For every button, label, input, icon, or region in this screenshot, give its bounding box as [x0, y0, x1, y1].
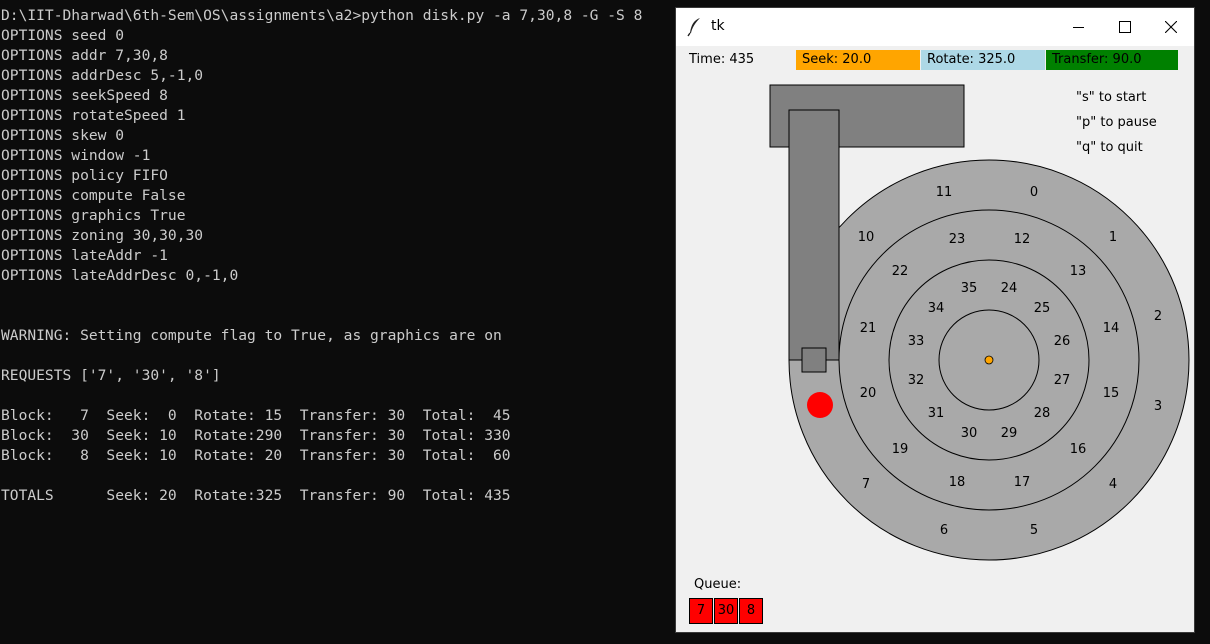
title-bar[interactable]: tk — [676, 8, 1194, 46]
block-label: 22 — [892, 264, 909, 279]
block-label: 0 — [1030, 185, 1038, 200]
terminal-line: OPTIONS seekSpeed 8 — [1, 87, 168, 104]
block-label: 27 — [1054, 373, 1071, 388]
terminal-line: D:\IIT-Dharwad\6th-Sem\OS\assignments\a2… — [1, 7, 643, 24]
disk-head — [801, 347, 827, 373]
block-label: 31 — [928, 406, 945, 421]
block-label: 14 — [1103, 321, 1120, 336]
block-label: 20 — [860, 386, 877, 401]
block-label: 10 — [858, 230, 875, 245]
terminal-line: OPTIONS policy FIFO — [1, 167, 168, 184]
maximize-icon — [1119, 21, 1131, 33]
block-label: 7 — [862, 477, 870, 492]
minimize-button[interactable] — [1056, 8, 1102, 46]
block-label: 32 — [908, 373, 925, 388]
block-label: 25 — [1034, 301, 1051, 316]
terminal-line: REQUESTS ['7', '30', '8'] — [1, 367, 221, 384]
terminal-window[interactable]: D:\IIT-Dharwad\6th-Sem\OS\assignments\a2… — [0, 0, 676, 644]
block-label: 28 — [1034, 406, 1051, 421]
block-label: 17 — [1014, 475, 1031, 490]
block-label: 15 — [1103, 386, 1120, 401]
queue-item: 30 — [714, 598, 738, 624]
minimize-icon — [1073, 27, 1084, 28]
tk-window: tk Time: 435 Seek: 20.0 Rotate: 325.0 Tr… — [676, 8, 1194, 632]
queue-label: Queue: — [694, 577, 742, 592]
block-label: 13 — [1070, 264, 1087, 279]
block-label: 18 — [949, 475, 966, 490]
queue-item: 7 — [689, 598, 713, 624]
terminal-line: WARNING: Setting compute flag to True, a… — [1, 327, 502, 344]
terminal-line: OPTIONS addrDesc 5,-1,0 — [1, 67, 204, 84]
block-label: 34 — [928, 301, 945, 316]
maximize-button[interactable] — [1102, 8, 1148, 46]
block-label: 1 — [1109, 230, 1117, 245]
terminal-line: OPTIONS graphics True — [1, 207, 186, 224]
block-label: 26 — [1054, 334, 1071, 349]
terminal-line: OPTIONS seed 0 — [1, 27, 125, 44]
terminal-line: OPTIONS zoning 30,30,30 — [1, 227, 204, 244]
current-block-marker — [807, 392, 833, 418]
close-icon — [1165, 21, 1177, 33]
block-label: 35 — [961, 281, 978, 296]
terminal-line: OPTIONS addr 7,30,8 — [1, 47, 168, 64]
block-label: 19 — [892, 442, 909, 457]
terminal-line: OPTIONS rotateSpeed 1 — [1, 107, 186, 124]
block-label: 16 — [1070, 442, 1087, 457]
block-label: 12 — [1014, 232, 1031, 247]
terminal-line: Block: 30 Seek: 10 Rotate:290 Transfer: … — [1, 427, 511, 444]
terminal-line: OPTIONS lateAddr -1 — [1, 247, 168, 264]
close-button[interactable] — [1148, 8, 1194, 46]
block-label: 23 — [949, 232, 966, 247]
queue-item: 8 — [739, 598, 763, 624]
block-label: 33 — [908, 334, 925, 349]
block-label: 6 — [940, 523, 948, 538]
block-label: 2 — [1154, 309, 1162, 324]
block-label: 11 — [936, 185, 953, 200]
terminal-line: OPTIONS skew 0 — [1, 127, 125, 144]
spindle — [984, 355, 994, 365]
window-title: tk — [711, 18, 725, 34]
terminal-line: Block: 8 Seek: 10 Rotate: 20 Transfer: 3… — [1, 447, 511, 464]
terminal-line: OPTIONS lateAddrDesc 0,-1,0 — [1, 267, 239, 284]
block-label: 4 — [1109, 477, 1117, 492]
block-label: 24 — [1001, 281, 1018, 296]
block-label: 30 — [961, 426, 978, 441]
feather-icon — [687, 17, 703, 37]
terminal-line: TOTALS Seek: 20 Rotate:325 Transfer: 90 … — [1, 487, 511, 504]
terminal-line: OPTIONS window -1 — [1, 147, 151, 164]
terminal-line: Block: 7 Seek: 0 Rotate: 15 Transfer: 30… — [1, 407, 511, 424]
block-label: 29 — [1001, 426, 1018, 441]
block-label: 21 — [860, 321, 877, 336]
block-label: 5 — [1030, 523, 1038, 538]
terminal-line: OPTIONS compute False — [1, 187, 186, 204]
disk-canvas: 0 1 2 3 4 5 6 7 8 9 10 11 12 13 14 15 16… — [769, 84, 1190, 561]
block-label: 3 — [1154, 399, 1162, 414]
